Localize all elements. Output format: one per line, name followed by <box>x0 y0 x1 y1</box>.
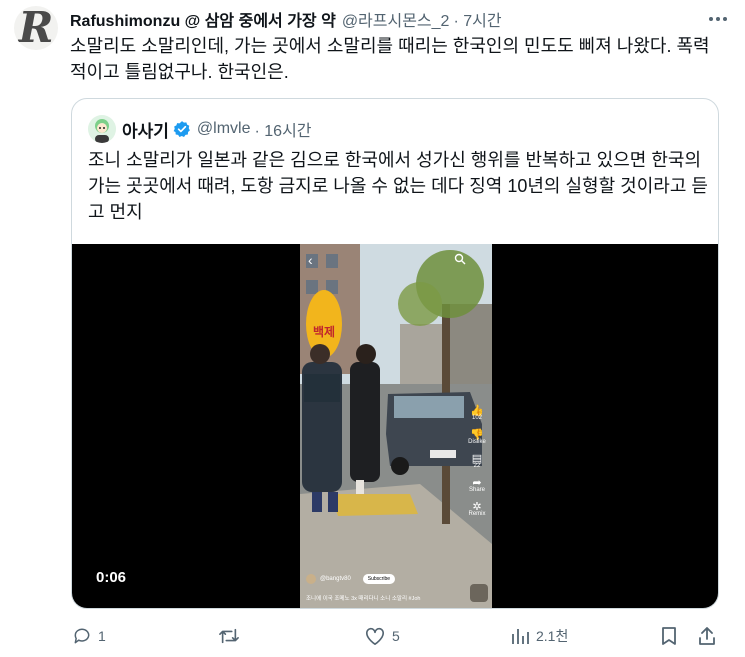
channel-row: @bangtv80 Subscribe <box>306 574 396 584</box>
dislike-video-label: Dislike <box>468 439 486 445</box>
bookmark-button[interactable] <box>660 624 678 648</box>
subscribe-button[interactable]: Subscribe <box>362 574 396 584</box>
remix-video-label: Remix <box>468 511 486 517</box>
like-count: 5 <box>392 628 400 644</box>
tweet-time[interactable]: · 7시간 <box>453 7 501 31</box>
views-icon <box>512 629 529 644</box>
shorts-action-bar: 👍 102 👎 Dislike ▤ 22 ➦ Share ✲ Remix <box>466 406 488 518</box>
retweet-icon <box>219 628 239 644</box>
quote-author-handle[interactable]: @lmvle <box>197 120 251 138</box>
verified-badge-icon <box>173 120 191 138</box>
like-button[interactable]: 5 <box>364 624 400 648</box>
views-count: 2.1천 <box>536 628 569 644</box>
remix-video-icon[interactable]: ✲ <box>466 502 488 513</box>
author-handle[interactable]: @라프시몬스_2 <box>342 7 450 31</box>
author-name[interactable]: Rafushimonzu @ 삼암 중에서 가장 약 <box>70 7 336 31</box>
channel-avatar[interactable] <box>306 574 316 584</box>
video-timecode: 0:06 <box>96 569 127 586</box>
reply-button[interactable]: 1 <box>72 624 106 648</box>
share-video-icon[interactable]: ➦ <box>466 478 488 489</box>
retweet-button[interactable] <box>218 624 246 648</box>
share-icon <box>699 627 715 645</box>
comment-video-icon[interactable]: ▤ <box>466 454 488 465</box>
video-caption: 조니에 이국 조메노 3x 때리다니 소니 소말리 #Joh <box>306 596 421 602</box>
more-options-icon[interactable] <box>707 10 729 28</box>
music-thumb[interactable] <box>470 584 488 602</box>
share-video-label: Share <box>468 487 485 493</box>
quote-avatar[interactable] <box>88 115 116 143</box>
video-player[interactable]: 백제 ‹ 👍 102 👎 Dislike ▤ 22 ➦ Share ✲ Remi… <box>72 244 718 608</box>
quote-time[interactable]: · 16시간 <box>255 117 312 141</box>
quote-author-name[interactable]: 아사기 <box>122 117 169 142</box>
heart-icon <box>366 627 384 645</box>
sign-text: 백제 <box>313 324 335 339</box>
quote-header: 아사기 @lmvle · 16시간 <box>88 115 312 143</box>
search-icon[interactable] <box>454 252 466 270</box>
views-button[interactable]: 2.1천 <box>510 624 568 648</box>
reply-count: 1 <box>98 628 106 644</box>
tweet-header: Rafushimonzu @ 삼암 중에서 가장 약 @라프시몬스_2 · 7시… <box>70 8 502 30</box>
avatar-letter: R <box>18 6 54 50</box>
bookmark-icon <box>662 627 676 645</box>
author-avatar[interactable]: R <box>14 6 58 50</box>
tweet-text: 소말리도 소말리인데, 가는 곳에서 소말리를 때리는 한국인의 민도도 삐져 … <box>70 36 710 82</box>
like-video-icon[interactable]: 👍 <box>466 406 488 417</box>
comment-video-count: 22 <box>473 463 481 469</box>
channel-handle[interactable]: @bangtv80 <box>320 576 351 582</box>
dislike-video-icon[interactable]: 👎 <box>466 430 488 441</box>
share-button[interactable] <box>698 624 716 648</box>
reply-icon <box>74 628 90 644</box>
quote-text: 조니 소말리가 일본과 같은 김으로 한국에서 성가신 행위를 반복하고 있으면… <box>88 150 708 222</box>
quoted-tweet[interactable]: 아사기 @lmvle · 16시간 조니 소말리가 일본과 같은 김으로 한국에… <box>71 98 719 609</box>
action-bar: 1 5 2.1천 <box>70 624 720 648</box>
video-frame: 백제 ‹ 👍 102 👎 Dislike ▤ 22 ➦ Share ✲ Remi… <box>300 244 492 608</box>
back-icon[interactable]: ‹ <box>308 252 313 268</box>
